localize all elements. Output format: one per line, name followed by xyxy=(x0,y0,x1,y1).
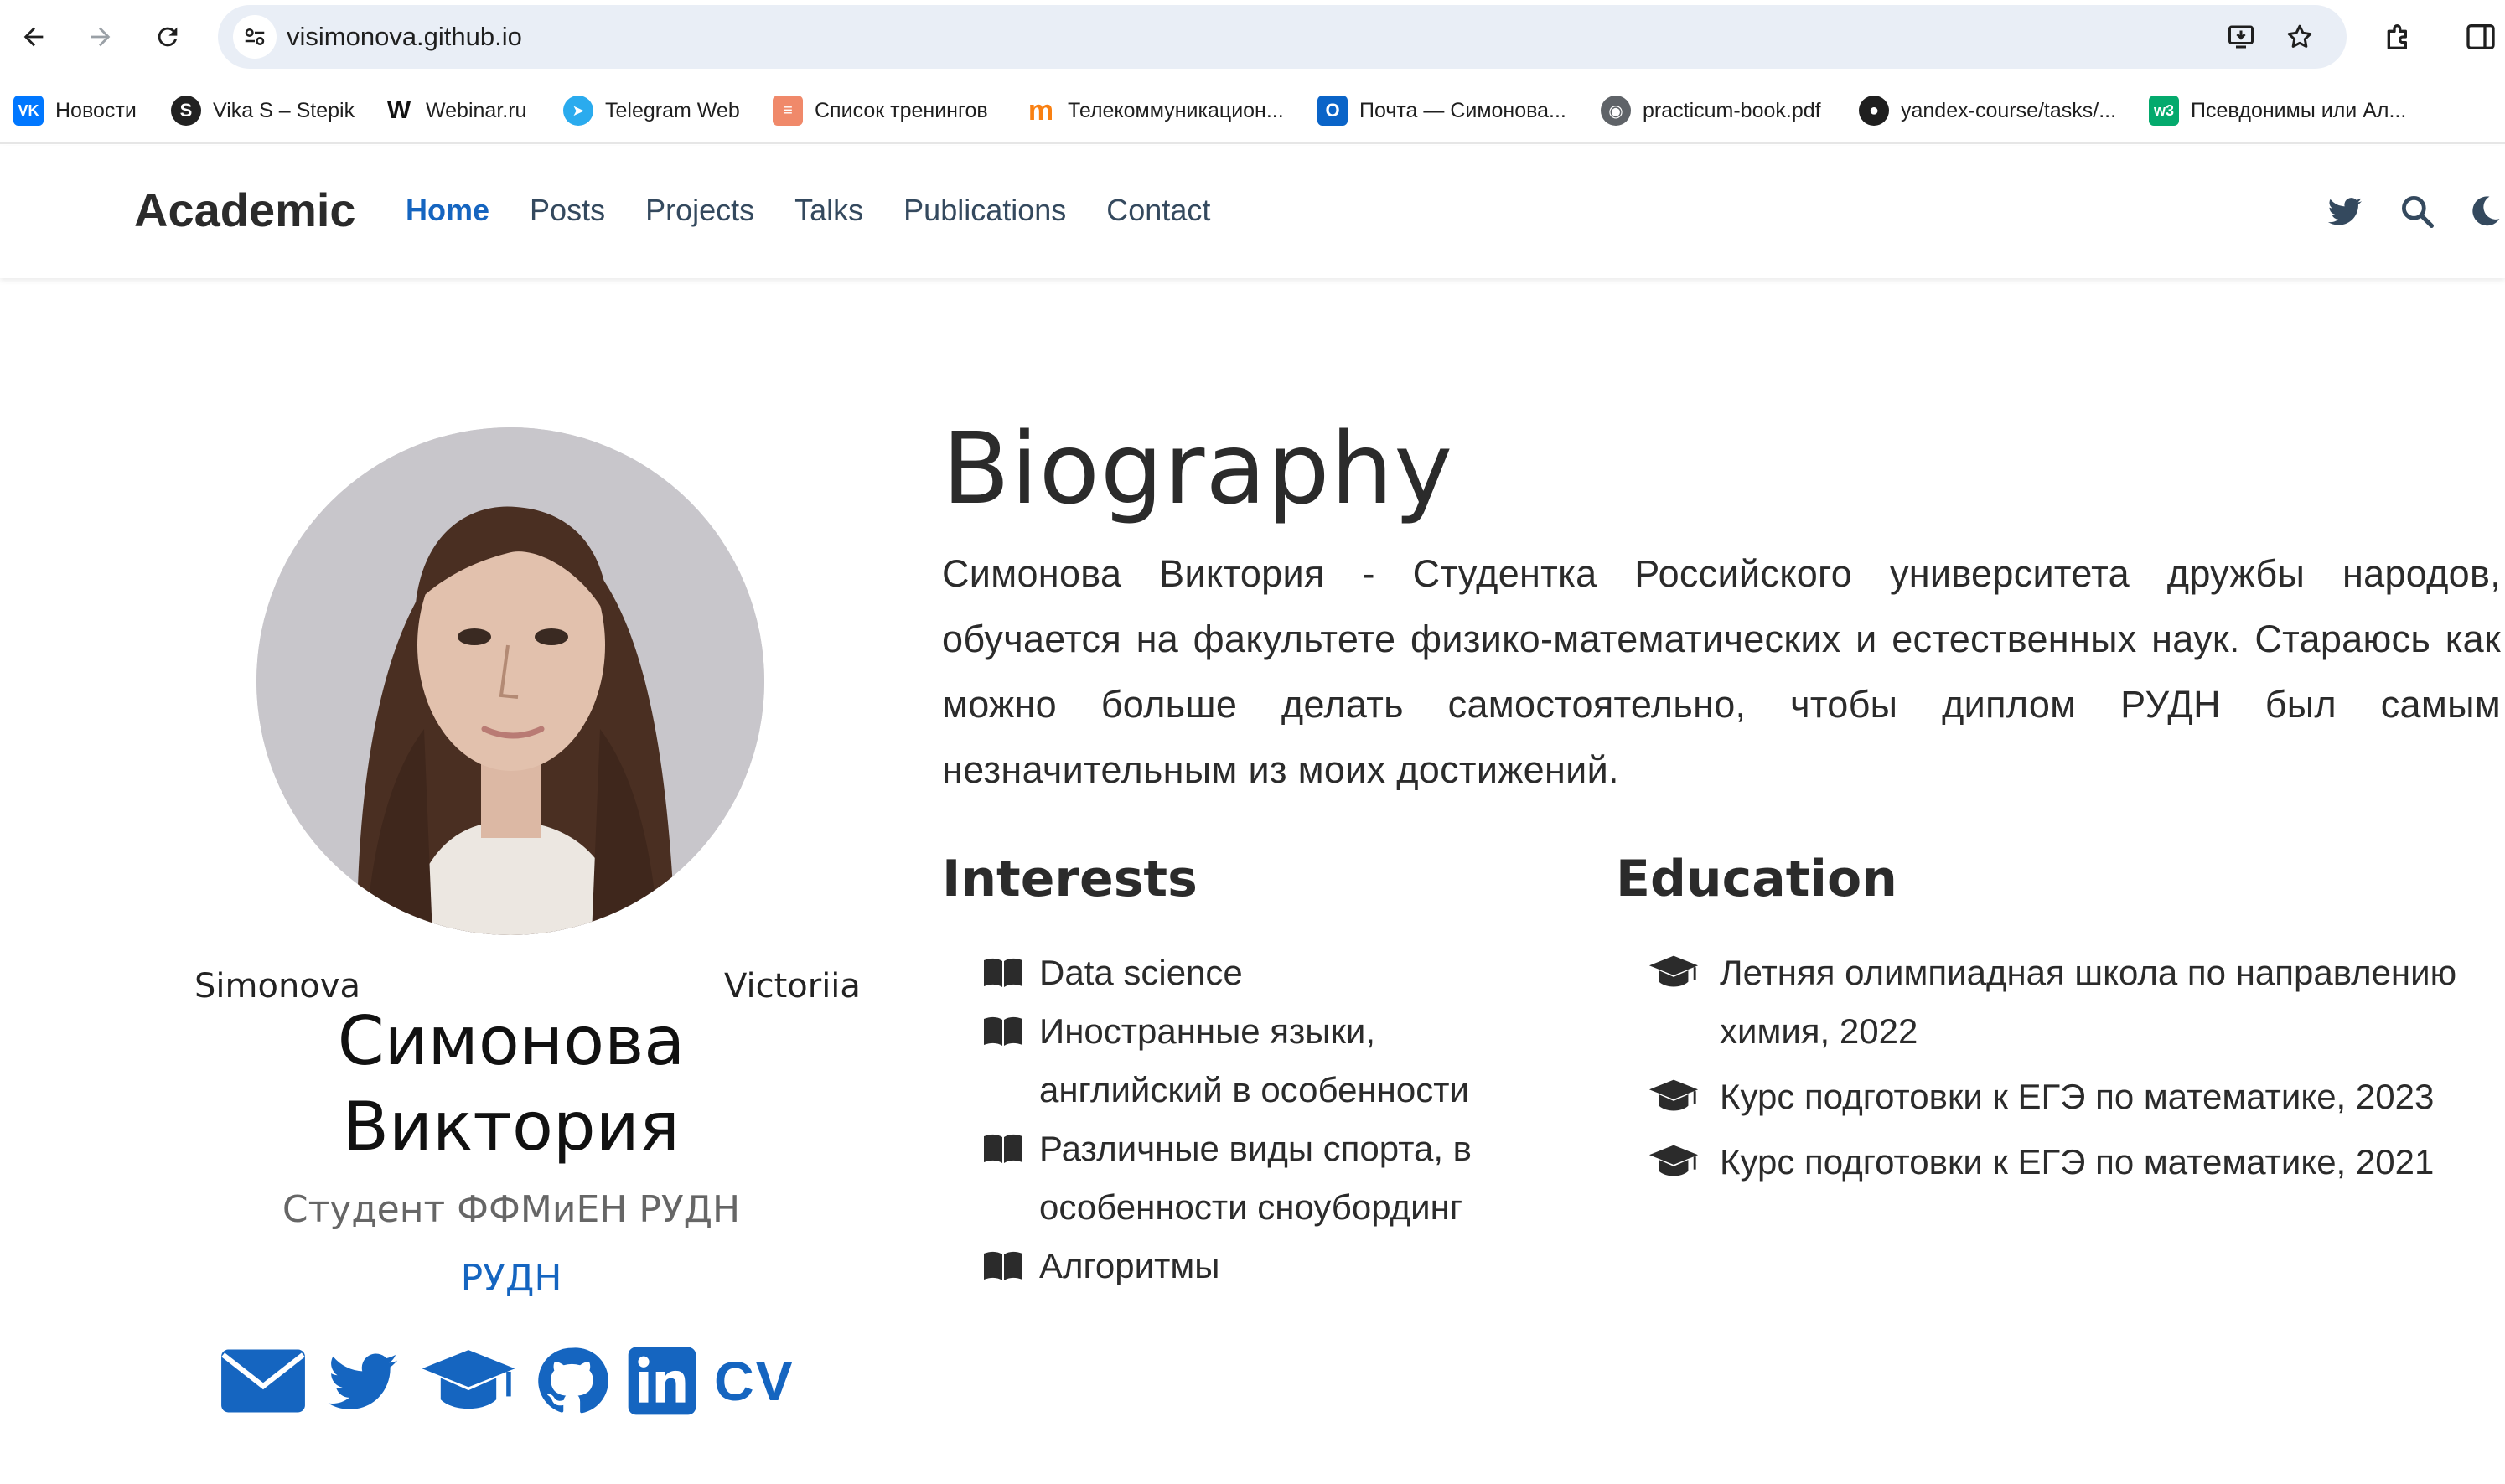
menu-item-publications[interactable]: Publications xyxy=(903,193,1066,228)
theme-toggle-button[interactable] xyxy=(2464,189,2505,233)
bookmark-item[interactable]: ◉ practicum-book.pdf xyxy=(1601,94,1821,127)
bookmarks-bar: VK Новости S Vika S – Stepik W Webinar.r… xyxy=(0,77,2505,144)
bookmark-item[interactable]: ≡ Список тренингов xyxy=(773,94,988,127)
list-item: Data science xyxy=(982,944,1502,1002)
list-item: Иностранные языки, английский в особенно… xyxy=(982,1002,1502,1119)
email-link[interactable] xyxy=(220,1339,307,1423)
tune-icon xyxy=(245,28,265,45)
profile-role: Студент ФФМиЕН РУДН xyxy=(282,1188,741,1231)
twitter-link[interactable] xyxy=(322,1339,404,1423)
cv-link[interactable]: CV xyxy=(714,1339,794,1423)
book-icon xyxy=(984,1016,1022,1046)
outlook-icon: O xyxy=(1317,96,1348,126)
profile-name: Симонова Виктория xyxy=(337,1002,686,1166)
list-item: Курс подготовки к ЕГЭ по математике, 202… xyxy=(1648,1133,2486,1192)
github-link[interactable] xyxy=(533,1339,610,1423)
list-item: Алгоритмы xyxy=(982,1237,1502,1295)
install-icon xyxy=(2228,25,2254,49)
arrow-right-icon xyxy=(91,27,111,47)
twitter-nav-button[interactable] xyxy=(2323,189,2367,233)
list-item: Летняя олимпиадная школа по направлению … xyxy=(1648,944,2486,1061)
star-icon xyxy=(2287,24,2312,48)
bookmark-item[interactable]: ● yandex-course/tasks/... xyxy=(1859,94,2116,127)
book-icon xyxy=(984,1134,1022,1163)
book-icon xyxy=(984,958,1022,987)
webinar-icon: W xyxy=(384,96,414,126)
scholar-link[interactable] xyxy=(419,1339,518,1423)
search-icon xyxy=(2402,196,2434,228)
reload-button[interactable] xyxy=(146,15,189,59)
bookmark-item[interactable]: O Почта — Симонова... xyxy=(1317,94,1566,127)
twitter-icon xyxy=(2327,198,2363,225)
training-icon: ≡ xyxy=(773,96,803,126)
biography-title: Biography xyxy=(942,411,1454,526)
education-title: Education xyxy=(1616,850,1897,908)
graduation-cap-icon xyxy=(1648,955,1699,987)
forward-button[interactable] xyxy=(79,15,122,59)
vk-icon: VK xyxy=(13,96,44,126)
bookmark-item[interactable]: VK Новости xyxy=(13,94,137,127)
search-button[interactable] xyxy=(2395,189,2439,233)
graduation-cap-icon xyxy=(1648,1145,1699,1176)
site-brand[interactable]: Academic xyxy=(134,183,356,237)
extensions-button[interactable] xyxy=(2375,13,2422,60)
side-panel-icon xyxy=(2466,24,2495,49)
main-menu: Home Posts Projects Talks Publications C… xyxy=(406,193,1210,228)
back-button[interactable] xyxy=(12,15,55,59)
moon-icon xyxy=(2471,196,2499,226)
bookmark-item[interactable]: w3 Псевдонимы или Ал... xyxy=(2149,94,2406,127)
cv-label: CV xyxy=(714,1350,794,1412)
bookmark-item[interactable]: S Vika S – Stepik xyxy=(171,94,355,127)
menu-item-talks[interactable]: Talks xyxy=(794,193,863,228)
side-panel-button[interactable] xyxy=(2457,13,2504,60)
graduation-cap-icon xyxy=(1648,1079,1699,1111)
list-item: Курс подготовки к ЕГЭ по математике, 202… xyxy=(1648,1068,2486,1126)
puzzle-icon xyxy=(2387,24,2407,49)
envelope-icon xyxy=(221,1349,305,1413)
url-text[interactable]: visimonova.github.io xyxy=(287,22,522,52)
site-info-button[interactable] xyxy=(233,15,277,59)
linkedin-link[interactable] xyxy=(625,1339,699,1423)
w3schools-icon: w3 xyxy=(2149,96,2179,126)
menu-item-home[interactable]: Home xyxy=(406,193,489,228)
menu-item-projects[interactable]: Projects xyxy=(645,193,754,228)
list-item: Различные виды спорта, в особенности сно… xyxy=(982,1119,1502,1237)
graduation-cap-icon xyxy=(422,1350,515,1409)
interests-list: Data science Иностранные языки, английск… xyxy=(982,944,1502,1295)
biography-text: Симонова Виктория - Студентка Российског… xyxy=(942,552,2501,791)
education-list: Летняя олимпиадная школа по направлению … xyxy=(1648,944,2486,1198)
twitter-icon xyxy=(328,1353,398,1409)
arrow-left-icon xyxy=(23,27,44,47)
stepik-icon: S xyxy=(171,96,201,126)
menu-item-contact[interactable]: Contact xyxy=(1106,193,1210,228)
globe-icon: ◉ xyxy=(1601,96,1631,126)
github-icon xyxy=(538,1347,608,1414)
menu-item-posts[interactable]: Posts xyxy=(530,193,605,228)
social-links: CV xyxy=(220,1339,794,1423)
moodle-icon: m xyxy=(1026,95,1056,127)
github-icon: ● xyxy=(1859,96,1889,126)
site-navbar: Academic Home Posts Projects Talks Publi… xyxy=(0,146,2505,278)
book-icon xyxy=(984,1251,1022,1280)
bookmark-star-button[interactable] xyxy=(2281,18,2318,55)
telegram-icon: ➤ xyxy=(563,96,593,126)
avatar xyxy=(256,427,764,935)
bookmark-item[interactable]: W Webinar.ru xyxy=(384,94,526,127)
profile-organization[interactable]: РУДН xyxy=(168,1257,855,1300)
browser-toolbar: visimonova.github.io xyxy=(0,0,2505,77)
reload-icon xyxy=(158,27,178,47)
interests-title: Interests xyxy=(942,850,1198,908)
address-bar[interactable]: visimonova.github.io xyxy=(218,5,2347,69)
install-app-button[interactable] xyxy=(2223,18,2259,55)
portrait-image xyxy=(256,427,764,935)
bookmark-item[interactable]: ➤ Telegram Web xyxy=(563,94,740,127)
bookmark-item[interactable]: m Телекоммуникацион... xyxy=(1026,94,1284,127)
linkedin-icon xyxy=(628,1347,696,1415)
